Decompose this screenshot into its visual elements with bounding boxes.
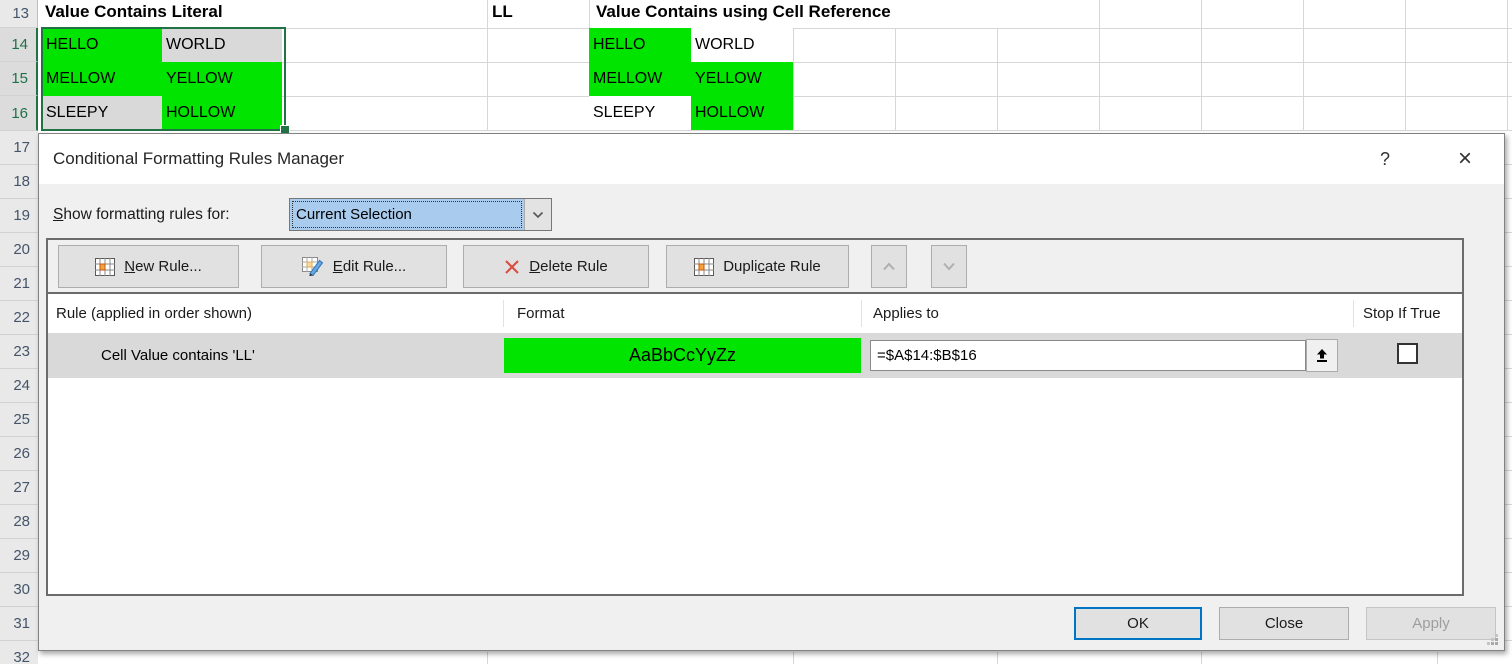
row-header[interactable]: 23 xyxy=(0,335,38,369)
row-header[interactable]: 32 xyxy=(0,641,38,664)
cell-f14[interactable]: WORLD xyxy=(691,28,793,62)
header-ll: LL xyxy=(492,2,513,22)
header-value-contains-cell-ref: Value Contains using Cell Reference xyxy=(596,2,891,22)
row-header[interactable]: 30 xyxy=(0,573,38,607)
chevron-up-icon xyxy=(882,262,896,271)
row-header-column[interactable]: 17181920212223242526272829303132 xyxy=(0,131,38,664)
cell-e15[interactable]: MELLOW xyxy=(589,62,691,96)
column-header-rule: Rule (applied in order shown) xyxy=(56,294,252,333)
close-dialog-button[interactable]: × xyxy=(1449,142,1481,176)
new-rule-table-icon xyxy=(95,258,115,276)
chevron-down-icon xyxy=(532,211,544,219)
collapse-dialog-button[interactable] xyxy=(1306,339,1338,372)
edit-rule-button[interactable]: Edit Rule... xyxy=(261,245,447,288)
row-header[interactable]: 25 xyxy=(0,403,38,437)
applies-to-input[interactable] xyxy=(870,340,1306,371)
column-header-stop-if-true: Stop If True xyxy=(1363,294,1441,333)
cell-e14[interactable]: HELLO xyxy=(589,28,691,62)
apply-button[interactable]: Apply xyxy=(1366,607,1496,640)
show-rules-dropdown-value[interactable]: Current Selection xyxy=(290,199,524,230)
header-value-contains-literal: Value Contains Literal xyxy=(45,2,223,22)
cell-e16[interactable]: SLEEPY xyxy=(589,96,691,130)
delete-x-icon xyxy=(504,259,520,275)
selection-border xyxy=(41,27,286,131)
duplicate-rule-table-icon xyxy=(694,258,714,276)
show-rules-dropdown[interactable]: Current Selection xyxy=(289,198,552,231)
row-header[interactable]: 29 xyxy=(0,539,38,573)
row-header[interactable]: 27 xyxy=(0,471,38,505)
rules-panel: New Rule... Edit Rule... Delete Rule Dup… xyxy=(46,238,1464,596)
edit-rule-pencil-icon xyxy=(302,257,324,276)
row-header-13[interactable]: 13 xyxy=(0,0,38,28)
row-header[interactable]: 19 xyxy=(0,199,38,233)
format-preview: AaBbCcYyZz xyxy=(504,338,861,373)
new-rule-button[interactable]: New Rule... xyxy=(58,245,239,288)
row-header[interactable]: 18 xyxy=(0,165,38,199)
row-header[interactable]: 21 xyxy=(0,267,38,301)
help-icon: ? xyxy=(1380,149,1390,170)
row-header-15[interactable]: 15 xyxy=(0,62,38,96)
row-header[interactable]: 24 xyxy=(0,369,38,403)
row-header[interactable]: 28 xyxy=(0,505,38,539)
resize-grip[interactable] xyxy=(1495,642,1498,645)
row-header[interactable]: 22 xyxy=(0,301,38,335)
dropdown-arrow-button[interactable] xyxy=(524,199,551,230)
chevron-down-icon xyxy=(942,262,956,271)
rule-row-selected[interactable]: Cell Value contains 'LL' AaBbCcYyZz xyxy=(48,333,1462,378)
row-header-14[interactable]: 14 xyxy=(0,28,38,62)
dialog-title: Conditional Formatting Rules Manager xyxy=(53,134,344,184)
move-rule-up-button[interactable] xyxy=(871,245,907,288)
row-header-16[interactable]: 16 xyxy=(0,96,38,131)
ok-button[interactable]: OK xyxy=(1074,607,1202,640)
close-button[interactable]: Close xyxy=(1219,607,1349,640)
rules-toolbar: New Rule... Edit Rule... Delete Rule Dup… xyxy=(48,240,1462,294)
cell-f15[interactable]: YELLOW xyxy=(691,62,793,96)
rules-list: Rule (applied in order shown) Format App… xyxy=(48,294,1462,594)
column-header-format: Format xyxy=(517,294,565,333)
cell-f16[interactable]: HOLLOW xyxy=(691,96,793,130)
excel-screen: 13 14 15 16 1718192021222324252627282930… xyxy=(0,0,1512,664)
rule-name: Cell Value contains 'LL' xyxy=(101,333,255,378)
row-header[interactable]: 17 xyxy=(0,131,38,165)
collapse-range-icon xyxy=(1315,348,1329,363)
conditional-formatting-rules-manager-dialog: Conditional Formatting Rules Manager ? ×… xyxy=(38,133,1505,651)
row-header[interactable]: 31 xyxy=(0,607,38,641)
show-rules-label: Show formatting rules for: xyxy=(53,200,230,230)
row-header[interactable]: 20 xyxy=(0,233,38,267)
close-icon: × xyxy=(1458,145,1472,173)
stop-if-true-checkbox[interactable] xyxy=(1397,343,1418,364)
move-rule-down-button[interactable] xyxy=(931,245,967,288)
column-header-applies-to: Applies to xyxy=(873,294,939,333)
help-button[interactable]: ? xyxy=(1371,142,1399,176)
duplicate-rule-button[interactable]: Duplicate Rule xyxy=(666,245,849,288)
row-header[interactable]: 26 xyxy=(0,437,38,471)
delete-rule-button[interactable]: Delete Rule xyxy=(463,245,649,288)
